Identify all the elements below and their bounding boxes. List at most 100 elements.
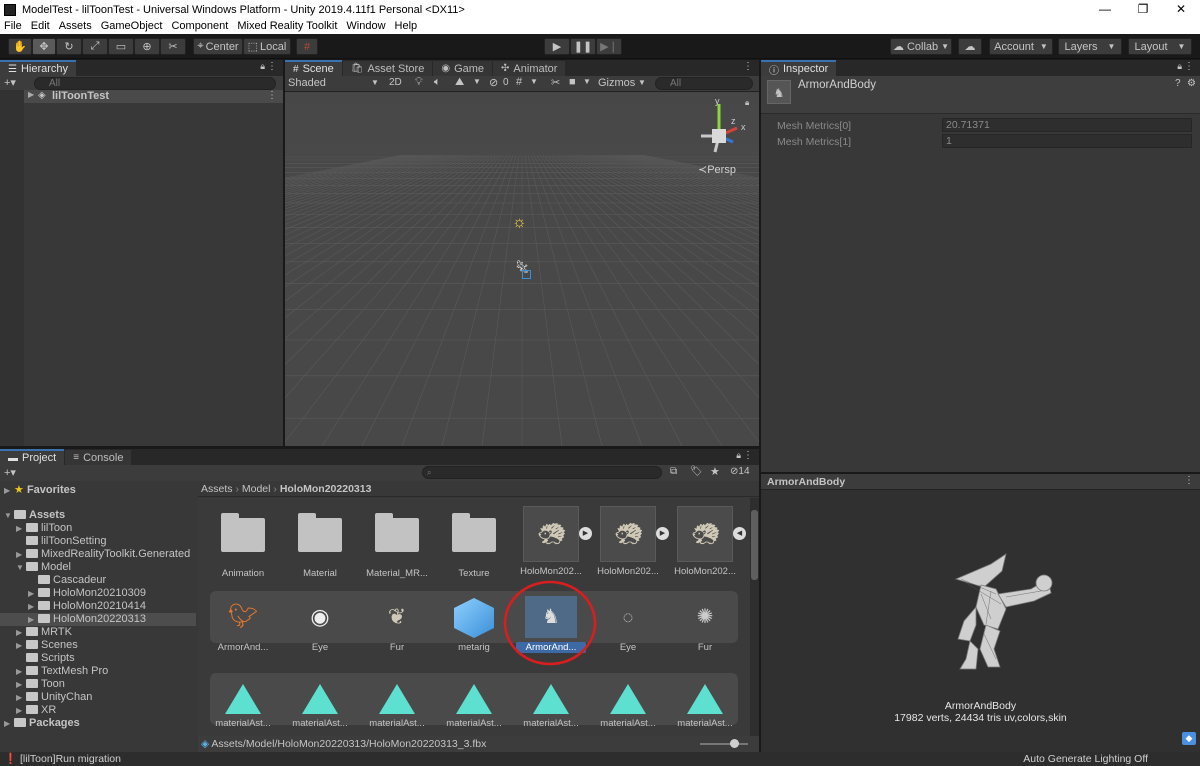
mesh-metrics-1-field[interactable]: 1 (942, 134, 1192, 148)
directional-light-icon[interactable]: ☼ (512, 214, 527, 232)
collab-dropdown[interactable]: ☁ Collab ▼ (890, 38, 952, 55)
layers-dropdown[interactable]: Layers ▼ (1058, 38, 1122, 55)
hidden-objects-icon[interactable]: ⊘ (489, 76, 498, 89)
pause-button[interactable]: ❚❚ (570, 38, 596, 55)
tree-item[interactable]: ▶ XR (16, 704, 56, 717)
model-preview-image[interactable] (936, 549, 1056, 679)
scale-tool-icon[interactable]: ⤢ (82, 38, 108, 55)
tree-favorites[interactable]: ▶ ★ Favorites (4, 484, 76, 497)
breadcrumb-assets[interactable]: Assets (201, 483, 233, 495)
asset-metarig[interactable]: metarig (439, 596, 509, 653)
menu-edit[interactable]: Edit (27, 19, 55, 34)
scene-search-input[interactable]: All (655, 77, 753, 90)
layout-dropdown[interactable]: Layout ▼ (1128, 38, 1192, 55)
breadcrumb-model[interactable]: Model (242, 483, 271, 495)
pivot-local-button[interactable]: ⬚ Local (243, 38, 291, 55)
hierarchy-search-input[interactable]: All (34, 77, 276, 90)
asset-mesh[interactable]: ❦ Fur (362, 596, 432, 653)
tab-game[interactable]: ◉ Game (433, 60, 493, 76)
settings-gear-icon[interactable]: ⚙ (1187, 78, 1196, 89)
preview-asset-icon[interactable]: ◆ (1182, 732, 1196, 745)
tree-packages[interactable]: ▶ Packages (4, 717, 80, 730)
minimize-button[interactable]: — (1086, 0, 1124, 19)
asset-folder[interactable]: Material (285, 510, 355, 579)
audio-toggle-icon[interactable]: 🔈︎ (434, 76, 441, 89)
asset-material[interactable]: materialAst... (516, 678, 586, 729)
lock-icon[interactable]: 🔒︎ (260, 61, 265, 72)
rect-tool-icon[interactable]: ▭ (108, 38, 134, 55)
asset-folder[interactable]: Texture (439, 510, 509, 579)
asset-material[interactable]: materialAst... (593, 678, 663, 729)
tab-inspector[interactable]: ⓘ Inspector (761, 60, 837, 77)
tree-item[interactable]: ▶ UnityChan (16, 691, 92, 704)
tree-item[interactable]: ▶ HoloMon20210309 (28, 587, 146, 600)
asset-grid-scrollbar[interactable] (750, 498, 759, 736)
asset-mesh[interactable]: ✺ Fur (670, 596, 740, 653)
more-options-icon[interactable]: ⋮ (1184, 475, 1194, 486)
tab-project[interactable]: ▬ Project (0, 449, 65, 465)
asset-mesh[interactable]: ◌ Eye (593, 596, 663, 653)
account-dropdown[interactable]: Account ▼ (989, 38, 1053, 55)
project-search-input[interactable]: ⌕ (422, 466, 662, 479)
play-icon[interactable]: ▶ (579, 527, 592, 540)
collapse-icon[interactable]: ◀ (733, 527, 746, 540)
menu-gameobject[interactable]: GameObject (97, 19, 168, 34)
menu-help[interactable]: Help (391, 19, 423, 34)
menu-assets[interactable]: Assets (55, 19, 97, 34)
tab-scene[interactable]: # Scene (285, 60, 342, 76)
grid-toggle-icon[interactable]: # (516, 76, 522, 88)
close-button[interactable]: ✕ (1162, 0, 1200, 19)
favorite-star-icon[interactable]: ★ (710, 465, 720, 478)
tree-item[interactable]: Cascadeur (28, 574, 106, 587)
shading-mode-dropdown[interactable]: Shaded (288, 77, 326, 89)
gizmos-dropdown[interactable]: Gizmos (598, 77, 635, 89)
lighting-toggle-icon[interactable]: 💡︎ (415, 76, 423, 89)
tree-item[interactable]: ▶ MRTK (16, 626, 72, 639)
asset-material[interactable]: materialAst... (670, 678, 740, 729)
more-options-icon[interactable]: ⋮ (743, 450, 753, 461)
play-icon[interactable]: ▶ (656, 527, 669, 540)
tools-icon[interactable]: ✂ (551, 76, 560, 89)
play-button[interactable]: ▶ (544, 38, 570, 55)
tree-item[interactable]: ▶ lilToon (16, 522, 72, 535)
asset-model[interactable]: 🦔︎ ◀ HoloMon202... (670, 506, 746, 577)
move-tool-icon[interactable]: ✥ (32, 38, 56, 55)
help-icon[interactable]: ? (1175, 78, 1181, 89)
menu-file[interactable]: File (0, 19, 27, 34)
status-message[interactable]: [lilToon]Run migration (20, 753, 121, 765)
asset-folder[interactable]: Material_MR... (362, 510, 432, 579)
rotate-tool-icon[interactable]: ↻ (56, 38, 82, 55)
step-button[interactable]: ▶❘ (596, 38, 622, 55)
tree-item-selected[interactable]: ▶ HoloMon20220313 (0, 613, 196, 626)
asset-material[interactable]: materialAst... (208, 678, 278, 729)
more-options-icon[interactable]: ⋮ (1184, 61, 1194, 72)
tree-item[interactable]: lilToonSetting (16, 535, 106, 548)
custom-tool-icon[interactable]: ✂ (160, 38, 186, 55)
menu-mrtk[interactable]: Mixed Reality Toolkit (233, 19, 342, 34)
hidden-packages-toggle[interactable]: ⊘14 (730, 466, 750, 477)
more-options-icon[interactable]: ⋮ (743, 61, 753, 72)
tree-item[interactable]: ▶ Toon (16, 678, 65, 691)
search-by-type-icon[interactable]: ⧉ (670, 466, 677, 477)
zoom-slider[interactable] (700, 739, 748, 748)
effects-icon[interactable]: ⛰ (455, 76, 464, 89)
project-add-button[interactable]: +▾ (4, 466, 16, 479)
tree-item[interactable]: ▶ MixedRealityToolkit.Generated (16, 548, 190, 561)
asset-material[interactable]: materialAst... (439, 678, 509, 729)
tree-item[interactable]: Scripts (16, 652, 75, 665)
zoom-slider-handle[interactable] (730, 739, 739, 748)
maximize-button[interactable]: ❐ (1124, 0, 1162, 19)
gizmo-lock-icon[interactable]: 🔒︎ (745, 98, 749, 108)
lock-icon[interactable]: 🔒︎ (1177, 61, 1182, 72)
tree-item[interactable]: ▶ HoloMon20210414 (28, 600, 146, 613)
asset-model[interactable]: 🦔︎ ▶ HoloMon202... (516, 506, 592, 577)
search-by-label-icon[interactable]: 🏷︎ (690, 466, 703, 477)
asset-mesh[interactable]: ◉ Eye (285, 596, 355, 653)
more-options-icon[interactable]: ⋮ (267, 61, 277, 72)
breadcrumb-current[interactable]: HoloMon20220313 (280, 483, 372, 495)
asset-folder[interactable]: Animation (208, 510, 278, 579)
tab-animator[interactable]: ✣ Animator (493, 60, 566, 76)
hand-tool-icon[interactable]: ✋ (8, 38, 32, 55)
scene-more-icon[interactable]: ⋮ (267, 90, 277, 101)
menu-component[interactable]: Component (167, 19, 233, 34)
